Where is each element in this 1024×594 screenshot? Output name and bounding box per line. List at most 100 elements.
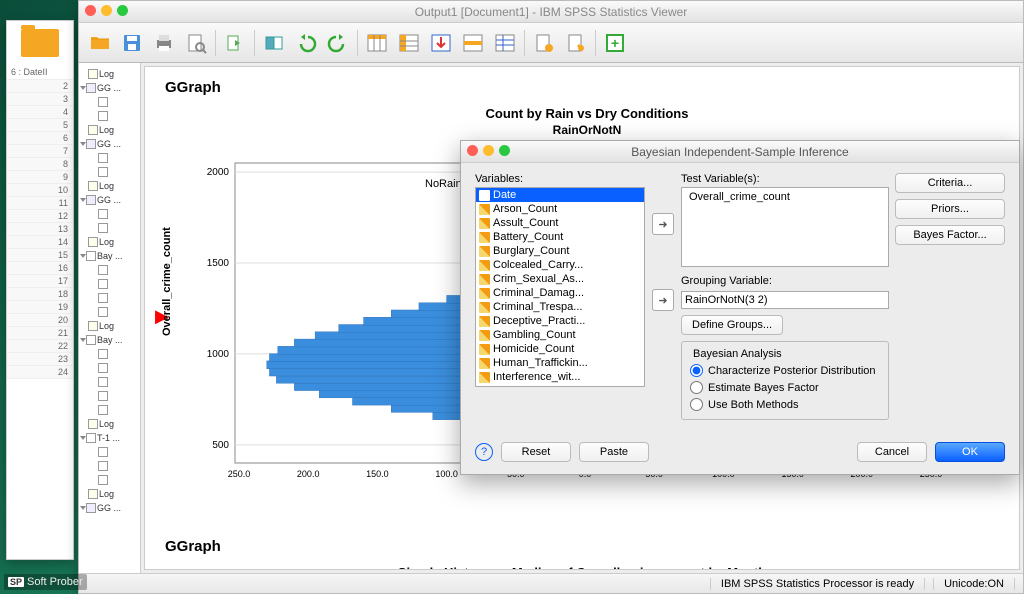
test-variables-listbox[interactable]: Overall_crime_count — [681, 187, 889, 267]
variable-item[interactable]: Burglary_Count — [476, 244, 644, 258]
insert-heading-button[interactable] — [529, 28, 559, 58]
row-header[interactable]: 9 — [7, 171, 73, 184]
outline-item[interactable] — [79, 109, 140, 123]
outline-item[interactable]: Log — [79, 179, 140, 193]
outline-item[interactable]: Log — [79, 235, 140, 249]
print-button[interactable] — [149, 28, 179, 58]
minimize-window-icon[interactable] — [101, 5, 112, 16]
outline-item[interactable] — [79, 459, 140, 473]
outline-item[interactable] — [79, 221, 140, 235]
analysis-radio-option[interactable]: Use Both Methods — [690, 398, 880, 411]
row-header[interactable]: 13 — [7, 223, 73, 236]
close-window-icon[interactable] — [85, 5, 96, 16]
row-header[interactable]: 2 — [7, 80, 73, 93]
outline-item[interactable]: GG ... — [79, 81, 140, 95]
row-header[interactable]: 24 — [7, 366, 73, 379]
minimize-dialog-icon[interactable] — [483, 145, 494, 156]
zoom-dialog-icon[interactable] — [499, 145, 510, 156]
variable-item[interactable]: Human_Traffickin... — [476, 356, 644, 370]
priors-button[interactable]: Priors... — [895, 199, 1005, 219]
row-header[interactable]: 11 — [7, 197, 73, 210]
zoom-window-icon[interactable] — [117, 5, 128, 16]
outline-item[interactable]: Log — [79, 319, 140, 333]
variable-item[interactable]: Criminal_Trespa... — [476, 300, 644, 314]
window-controls[interactable] — [85, 5, 128, 16]
outline-item[interactable] — [79, 305, 140, 319]
open-file-button[interactable] — [85, 28, 115, 58]
variable-item[interactable]: Homicide_Count — [476, 342, 644, 356]
ok-button[interactable]: OK — [935, 442, 1005, 462]
outline-item[interactable] — [79, 291, 140, 305]
save-button[interactable] — [117, 28, 147, 58]
variable-item[interactable]: Date — [476, 188, 644, 202]
variable-item[interactable]: Gambling_Count — [476, 328, 644, 342]
variable-item[interactable]: Criminal_Damag... — [476, 286, 644, 300]
select-cases-button[interactable] — [458, 28, 488, 58]
outline-item[interactable]: Bay ... — [79, 249, 140, 263]
export-button[interactable] — [220, 28, 250, 58]
outline-item[interactable] — [79, 263, 140, 277]
analysis-radio-option[interactable]: Estimate Bayes Factor — [690, 381, 880, 394]
move-to-test-button[interactable]: ➜ — [652, 213, 674, 235]
row-header[interactable]: 16 — [7, 262, 73, 275]
row-header[interactable]: 21 — [7, 327, 73, 340]
outline-item[interactable] — [79, 361, 140, 375]
close-dialog-icon[interactable] — [467, 145, 478, 156]
outline-item[interactable] — [79, 95, 140, 109]
variable-item[interactable]: Arson_Count — [476, 202, 644, 216]
row-header[interactable]: 14 — [7, 236, 73, 249]
row-header[interactable]: 19 — [7, 301, 73, 314]
value-labels-button[interactable] — [490, 28, 520, 58]
redo-button[interactable] — [323, 28, 353, 58]
row-header[interactable]: 17 — [7, 275, 73, 288]
variable-item[interactable]: Crim_Sexual_As... — [476, 272, 644, 286]
outline-item[interactable]: Bay ... — [79, 333, 140, 347]
row-header[interactable]: 15 — [7, 249, 73, 262]
row-header[interactable]: 23 — [7, 353, 73, 366]
bayesfactor-button[interactable]: Bayes Factor... — [895, 225, 1005, 245]
variables-listbox[interactable]: DateArson_CountAssult_CountBattery_Count… — [475, 187, 645, 387]
paste-button[interactable]: Paste — [579, 442, 649, 462]
outline-item[interactable] — [79, 277, 140, 291]
move-to-grouping-button[interactable]: ➜ — [652, 289, 674, 311]
row-header[interactable]: 12 — [7, 210, 73, 223]
row-header[interactable]: 18 — [7, 288, 73, 301]
outline-item[interactable] — [79, 347, 140, 361]
outline-item[interactable]: GG ... — [79, 501, 140, 515]
variable-item[interactable]: Interference_wit... — [476, 370, 644, 384]
help-button[interactable]: ? — [475, 443, 493, 461]
outline-item[interactable] — [79, 403, 140, 417]
outline-item[interactable] — [79, 389, 140, 403]
outline-item[interactable]: GG ... — [79, 137, 140, 151]
print-preview-button[interactable] — [181, 28, 211, 58]
outline-item[interactable]: Log — [79, 417, 140, 431]
variable-item[interactable]: Assult_Count — [476, 216, 644, 230]
undo-button[interactable] — [291, 28, 321, 58]
variable-item[interactable]: Deceptive_Practi... — [476, 314, 644, 328]
variables-button[interactable] — [426, 28, 456, 58]
variable-item[interactable]: Intimidation_Count — [476, 384, 644, 387]
outline-item[interactable]: Log — [79, 123, 140, 137]
goto-variable-button[interactable] — [394, 28, 424, 58]
criteria-button[interactable]: Criteria... — [895, 173, 1005, 193]
row-header[interactable]: 8 — [7, 158, 73, 171]
insert-text-button[interactable]: + — [600, 28, 630, 58]
outline-item[interactable]: GG ... — [79, 193, 140, 207]
row-header[interactable]: 6 — [7, 132, 73, 145]
recall-dialog-button[interactable] — [259, 28, 289, 58]
define-groups-button[interactable]: Define Groups... — [681, 315, 783, 335]
outline-item[interactable] — [79, 151, 140, 165]
outline-item[interactable] — [79, 445, 140, 459]
outline-item[interactable]: Log — [79, 487, 140, 501]
outline-item[interactable]: Log — [79, 67, 140, 81]
goto-data-button[interactable] — [362, 28, 392, 58]
outline-item[interactable] — [79, 165, 140, 179]
insert-title-button[interactable] — [561, 28, 591, 58]
dialog-window-controls[interactable] — [467, 145, 510, 156]
reset-button[interactable]: Reset — [501, 442, 571, 462]
row-header[interactable]: 20 — [7, 314, 73, 327]
output-outline[interactable]: LogGG ...LogGG ...LogGG ...LogBay ...Log… — [79, 63, 141, 573]
row-header[interactable]: 5 — [7, 119, 73, 132]
grouping-variable-input[interactable] — [681, 291, 889, 309]
outline-item[interactable] — [79, 207, 140, 221]
